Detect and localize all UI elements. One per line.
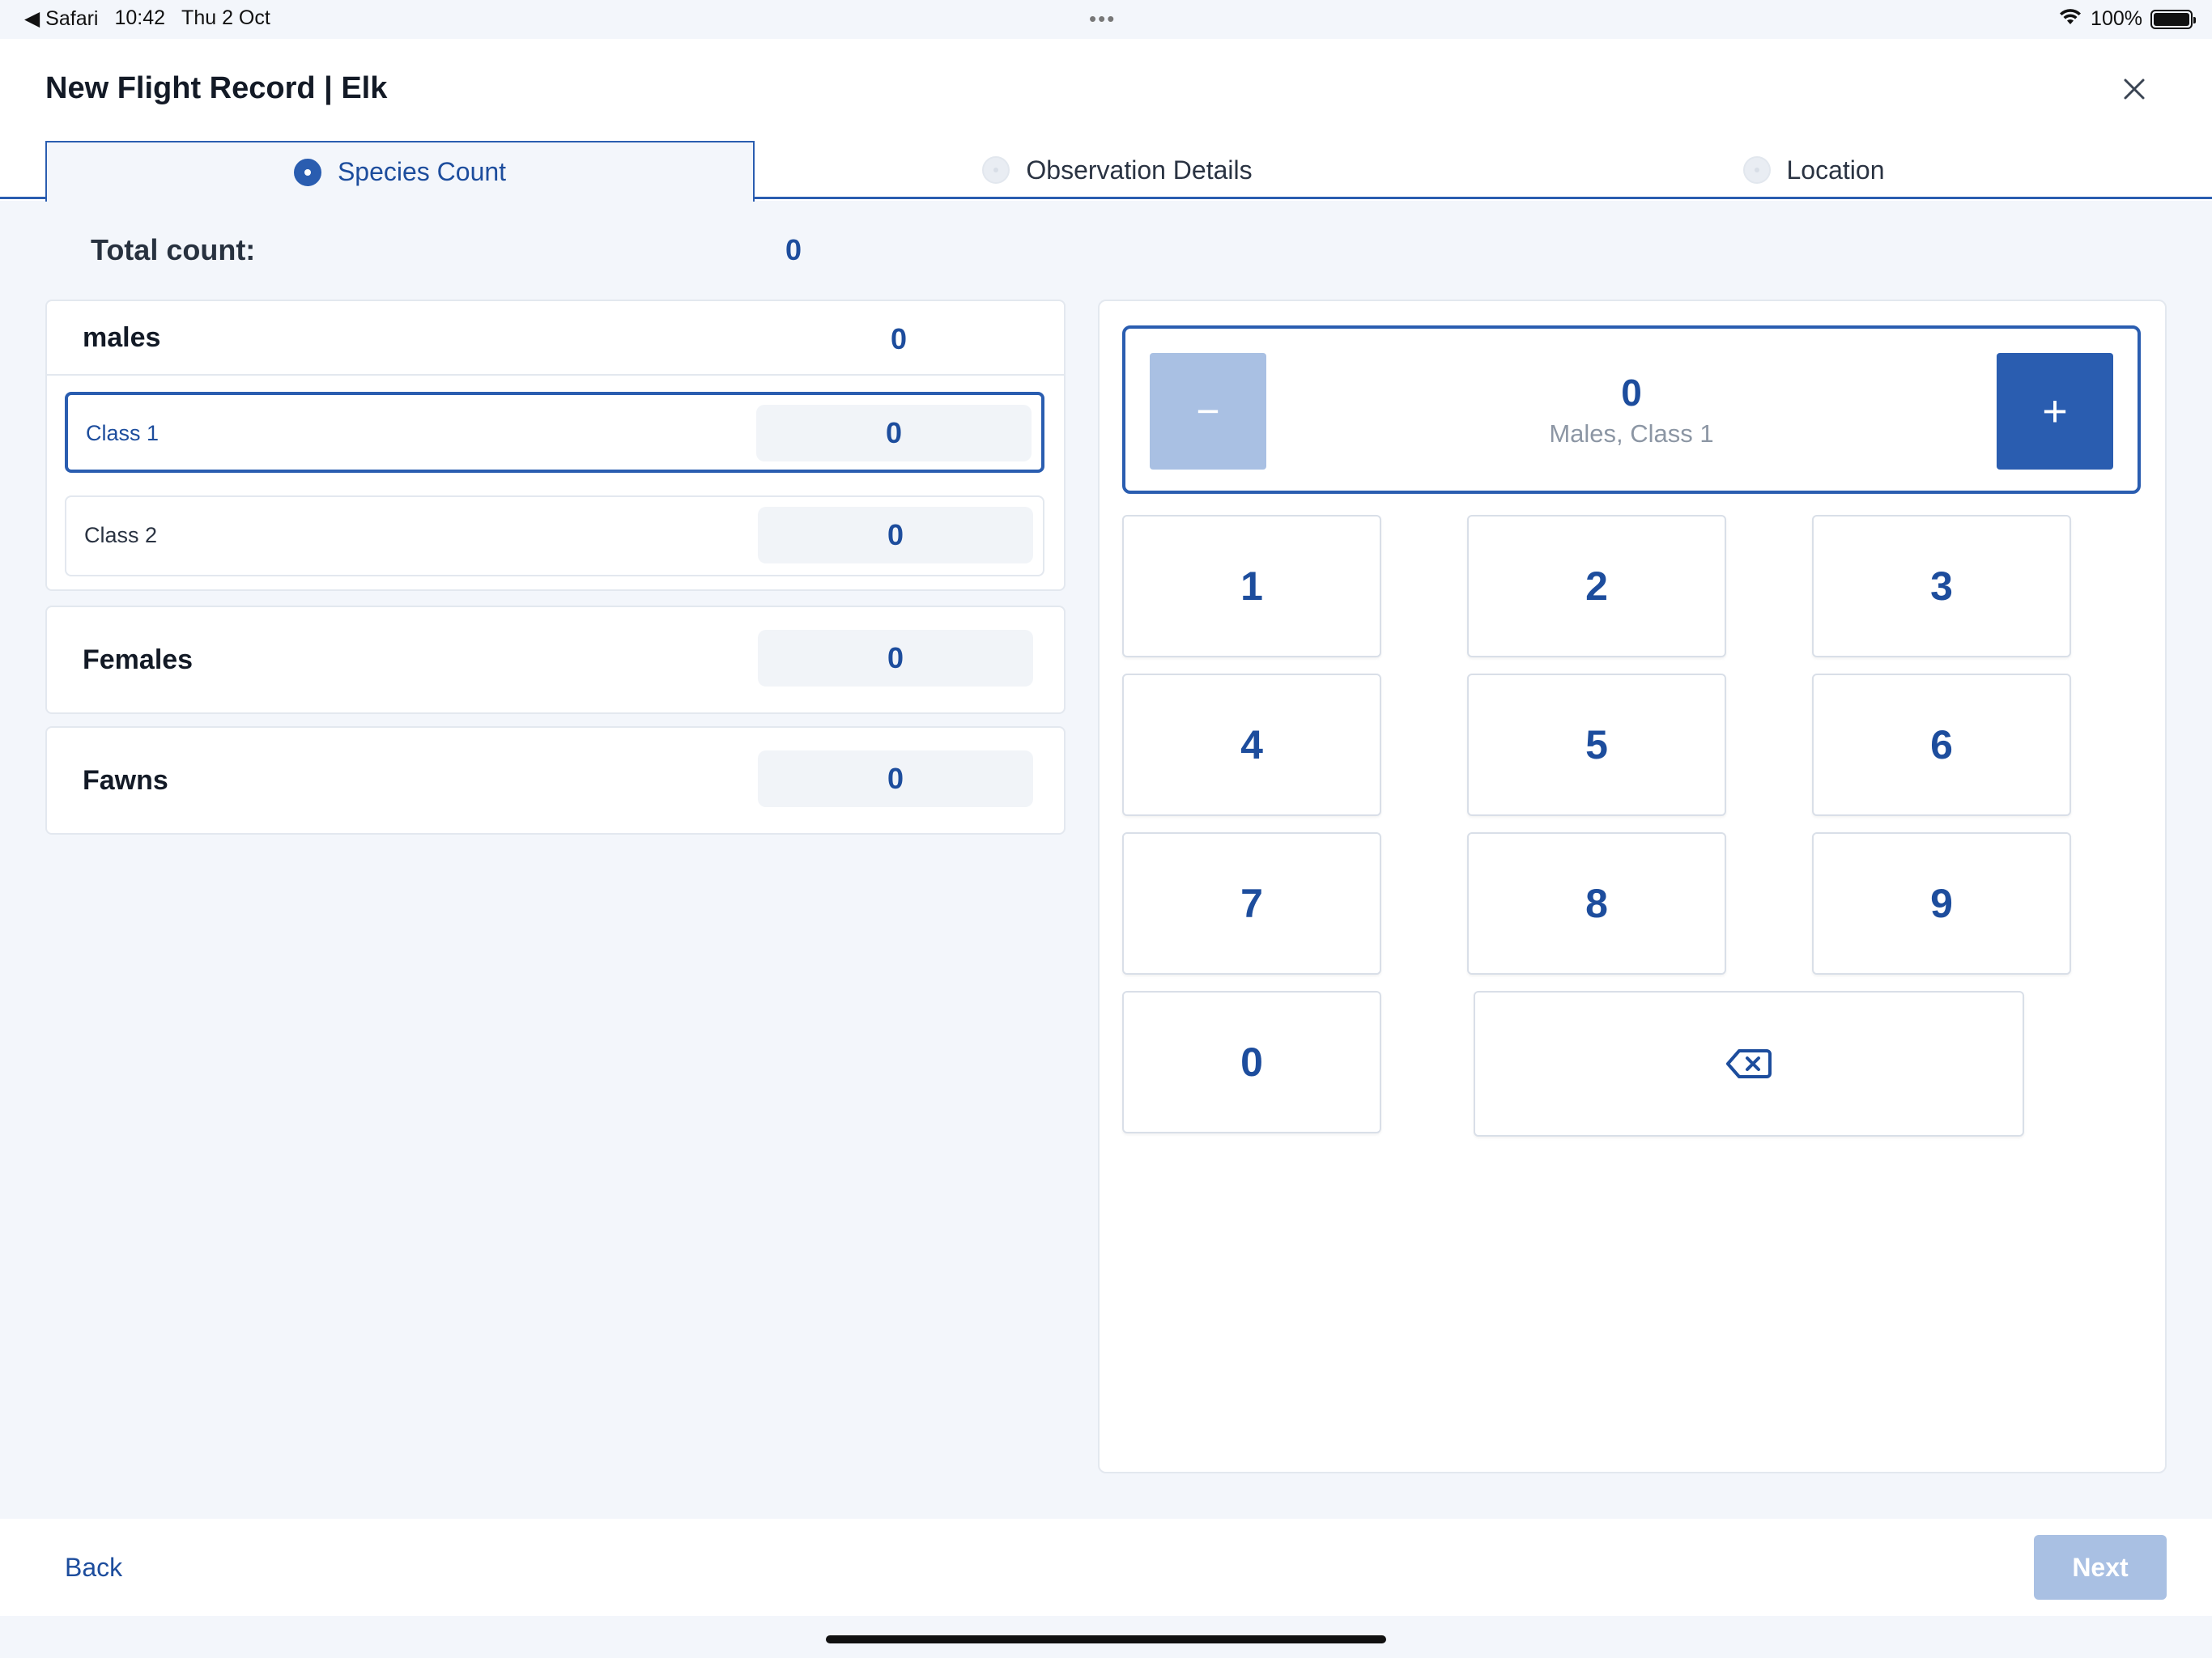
status-time: 10:42 — [114, 6, 166, 29]
total-count-label: Total count: — [91, 233, 256, 266]
key-3[interactable]: 3 — [1812, 515, 2071, 657]
key-0[interactable]: 0 — [1122, 991, 1381, 1133]
counter-panel: − 0 Males, Class 1 + 1 2 3 4 5 6 7 8 9 0 — [1098, 300, 2167, 1473]
back-to-app-link[interactable]: ◀ Safari — [24, 6, 98, 31]
tab-species-count[interactable]: Species Count — [45, 141, 755, 202]
males-label: males — [83, 322, 161, 353]
radio-unselected-icon — [1742, 156, 1771, 184]
males-class-1-count[interactable]: 0 — [756, 405, 1032, 461]
backspace-icon — [1726, 1049, 1772, 1078]
tab-label: Species Count — [337, 157, 507, 186]
key-1[interactable]: 1 — [1122, 515, 1381, 657]
battery-icon — [2150, 9, 2196, 29]
close-icon — [2124, 79, 2145, 100]
battery-percent: 100% — [2091, 7, 2142, 30]
modal-header: New Flight Record | Elk Species Count Ob… — [0, 39, 2212, 202]
key-8[interactable]: 8 — [1467, 832, 1726, 975]
step-tabs: Species Count Observation Details Locati… — [0, 141, 2212, 202]
key-7[interactable]: 7 — [1122, 832, 1381, 975]
key-5[interactable]: 5 — [1467, 674, 1726, 816]
class-label: Class 1 — [86, 421, 160, 445]
key-9[interactable]: 9 — [1812, 832, 2071, 975]
footer-bar: Back Next — [0, 1519, 2212, 1616]
tab-label: Observation Details — [1026, 155, 1253, 185]
key-4[interactable]: 4 — [1122, 674, 1381, 816]
tab-observation-details[interactable]: Observation Details — [955, 141, 1279, 199]
class-label: Class 2 — [84, 523, 158, 547]
wifi-icon — [2058, 6, 2082, 32]
radio-unselected-icon — [982, 156, 1010, 184]
active-counter: − 0 Males, Class 1 + — [1122, 325, 2141, 494]
males-card: males 0 Class 1 0 Class 2 0 — [45, 300, 1066, 591]
multitasking-dots[interactable]: ••• — [1089, 6, 1116, 32]
fawns-label: Fawns — [83, 765, 168, 796]
home-indicator[interactable] — [826, 1635, 1386, 1643]
counter-value: 0 — [1621, 372, 1642, 414]
next-button[interactable]: Next — [2034, 1535, 2167, 1600]
page-title: New Flight Record | Elk — [45, 71, 388, 105]
females-label: Females — [83, 644, 194, 675]
backspace-button[interactable] — [1474, 991, 2024, 1137]
key-2[interactable]: 2 — [1467, 515, 1726, 657]
fawns-count[interactable]: 0 — [758, 750, 1033, 807]
increment-button[interactable]: + — [1997, 353, 2113, 470]
females-count[interactable]: 0 — [758, 630, 1033, 687]
status-date: Thu 2 Oct — [181, 6, 270, 29]
males-total: 0 — [891, 322, 908, 355]
key-6[interactable]: 6 — [1812, 674, 2071, 816]
status-bar: ◀ Safari 10:42 Thu 2 Oct ••• 100% — [0, 0, 2212, 39]
counter-caption: Males, Class 1 — [1549, 419, 1714, 448]
close-button[interactable] — [2118, 73, 2150, 105]
males-header: males 0 — [47, 301, 1064, 376]
males-class-2-row[interactable]: Class 2 0 — [65, 495, 1044, 576]
fawns-card[interactable]: Fawns 0 — [45, 726, 1066, 835]
females-card[interactable]: Females 0 — [45, 606, 1066, 714]
tab-location[interactable]: Location — [1725, 141, 1903, 199]
back-button[interactable]: Back — [65, 1553, 122, 1583]
radio-selected-icon — [293, 158, 321, 186]
total-count-value: 0 — [785, 233, 802, 266]
tab-label: Location — [1786, 155, 1885, 185]
males-class-2-count[interactable]: 0 — [758, 507, 1033, 563]
males-class-1-row[interactable]: Class 1 0 — [65, 392, 1044, 473]
